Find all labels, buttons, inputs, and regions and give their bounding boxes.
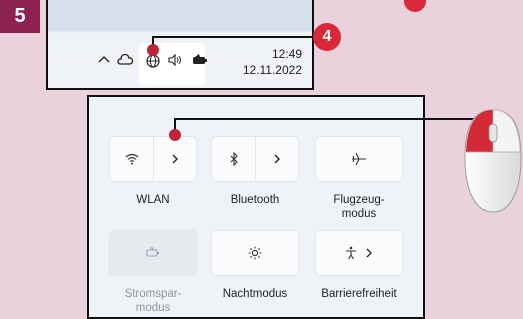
quick-settings-panel: WLAN Bluetooth Flugzeug- modus Stromspar… [87, 95, 425, 319]
airplane-icon [352, 152, 366, 166]
wlan-label: WLAN [136, 194, 170, 206]
battery-saver-icon [146, 247, 159, 257]
battery-saver-label-line1: Stromspar- [124, 288, 182, 300]
battery-saver-label-line2: modus [135, 302, 171, 314]
wlan-toggle[interactable] [110, 137, 154, 181]
airplane-tile[interactable] [315, 136, 403, 182]
battery-saver-tile[interactable] [109, 230, 197, 276]
chevron-right-icon [366, 248, 372, 258]
wifi-icon [125, 153, 138, 165]
taskbar-crop: 12:49 12.11.2022 [46, 0, 314, 90]
wlan-arrow-button[interactable] [153, 137, 196, 181]
globe-network-icon[interactable] [145, 53, 161, 75]
airplane-label-line2: modus [341, 208, 377, 220]
speaker-icon[interactable] [167, 53, 183, 73]
mouse-left-click-icon [464, 109, 522, 213]
bluetooth-tile[interactable] [211, 136, 299, 182]
accessibility-label: Barrierefreiheit [321, 288, 397, 300]
callout-line-horizontal [152, 36, 314, 38]
battery-icon[interactable] [191, 53, 209, 73]
callout-number: 4 [313, 23, 341, 51]
clock-time: 12:49 [271, 47, 302, 61]
onedrive-cloud-icon[interactable] [117, 53, 134, 73]
chevron-right-icon [274, 154, 280, 164]
callout-line-to-mouse [174, 118, 488, 120]
bluetooth-icon [230, 152, 238, 166]
chevron-right-icon [172, 154, 178, 164]
accessibility-icon [346, 246, 356, 260]
callout-fragment [404, 0, 426, 12]
taskbar-clock[interactable]: 12:49 12.11.2022 [243, 46, 302, 78]
accessibility-tile[interactable] [315, 230, 403, 276]
step-badge: 5 [0, 0, 40, 33]
clock-date: 12.11.2022 [242, 63, 302, 77]
bluetooth-label: Bluetooth [230, 194, 280, 206]
night-light-label: Nachtmodus [222, 288, 288, 300]
brightness-icon [248, 246, 262, 260]
callout-dot-network [147, 44, 159, 56]
wlan-tile[interactable] [109, 136, 197, 182]
callout-dot-wlan-arrow [169, 129, 181, 141]
airplane-label-line1: Flugzeug- [333, 194, 385, 206]
battery-saver-label: Stromspar- modus [101, 287, 205, 315]
bluetooth-toggle[interactable] [212, 137, 256, 181]
system-tray: 12:49 12.11.2022 [48, 40, 312, 88]
night-light-tile[interactable] [211, 230, 299, 276]
bluetooth-arrow-button[interactable] [255, 137, 298, 181]
airplane-label: Flugzeug- modus [307, 193, 411, 221]
chevron-up-icon[interactable] [97, 53, 111, 73]
